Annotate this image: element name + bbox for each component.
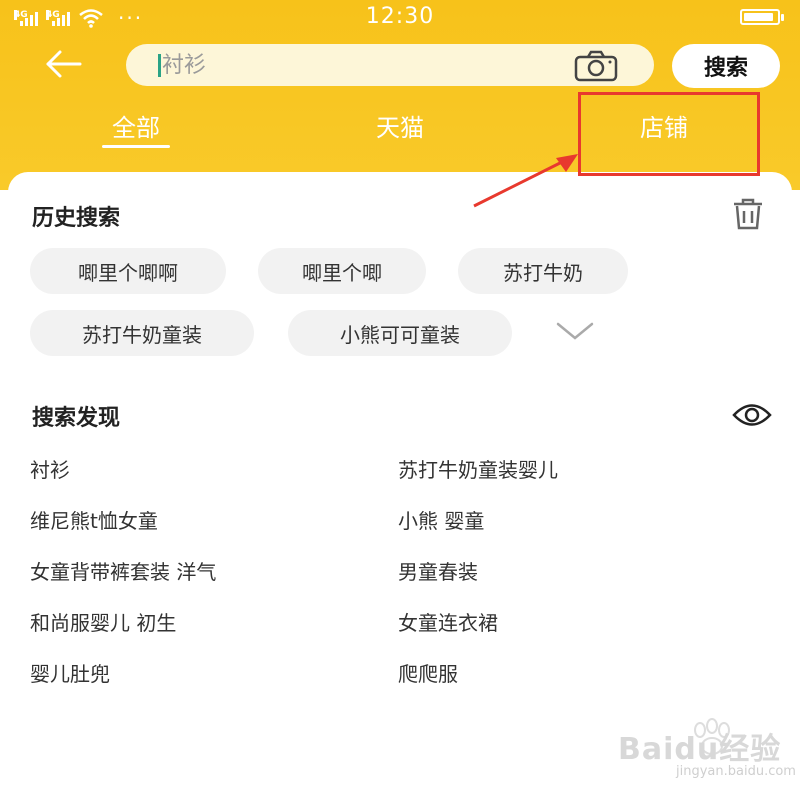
- text-cursor: [158, 54, 161, 77]
- watermark-brand: Baidu经验: [618, 732, 782, 767]
- camera-button[interactable]: [572, 50, 620, 82]
- eye-icon: [732, 404, 772, 426]
- search-box[interactable]: [126, 44, 654, 86]
- discovery-item[interactable]: 苏打牛奶童装婴儿: [398, 454, 558, 483]
- toggle-discovery-button[interactable]: [730, 400, 774, 430]
- history-chip[interactable]: 唧里个唧啊: [30, 248, 226, 294]
- search-input[interactable]: [162, 44, 562, 86]
- history-title: 历史搜索: [32, 206, 121, 231]
- tab-all[interactable]: 全部: [100, 108, 172, 143]
- discovery-item[interactable]: 婴儿肚兜: [30, 658, 110, 687]
- history-chip[interactable]: 苏打牛奶童装: [30, 310, 254, 356]
- expand-history-button[interactable]: [552, 316, 598, 346]
- back-button[interactable]: [40, 44, 88, 88]
- history-chip[interactable]: 唧里个唧: [258, 248, 426, 294]
- battery-level: [744, 13, 773, 21]
- discovery-item[interactable]: 爬爬服: [398, 658, 458, 687]
- discovery-item[interactable]: 衬衫: [30, 454, 70, 483]
- status-time: 12:30: [365, 4, 435, 29]
- history-chip[interactable]: 苏打牛奶: [458, 248, 628, 294]
- history-chip[interactable]: 小熊可可童装: [288, 310, 512, 356]
- discovery-item[interactable]: 女童背带裤套装 洋气: [30, 556, 216, 585]
- tab-active-indicator: [102, 145, 170, 148]
- annotation-highlight-box: [578, 92, 760, 176]
- status-bar: 4G 4G ··· 12:30: [0, 0, 800, 34]
- discovery-title: 搜索发现: [32, 406, 121, 431]
- discovery-item[interactable]: 女童连衣裙: [398, 607, 498, 636]
- chevron-down-icon: [556, 322, 594, 340]
- discovery-item[interactable]: 小熊 婴童: [398, 505, 484, 534]
- discovery-item[interactable]: 和尚服婴儿 初生: [30, 607, 176, 636]
- camera-icon: [574, 50, 618, 82]
- back-arrow-icon: [46, 50, 82, 78]
- discovery-item[interactable]: 维尼熊t恤女童: [30, 505, 158, 534]
- search-button[interactable]: 搜索: [672, 44, 780, 88]
- battery-icon: [740, 9, 784, 25]
- tab-tmall[interactable]: 天猫: [364, 108, 436, 143]
- watermark-url: jingyan.baidu.com: [676, 764, 796, 779]
- trash-icon: [734, 198, 762, 230]
- clear-history-button[interactable]: [726, 196, 770, 232]
- discovery-item[interactable]: 男童春装: [398, 556, 478, 585]
- annotation-arrow: [473, 154, 578, 208]
